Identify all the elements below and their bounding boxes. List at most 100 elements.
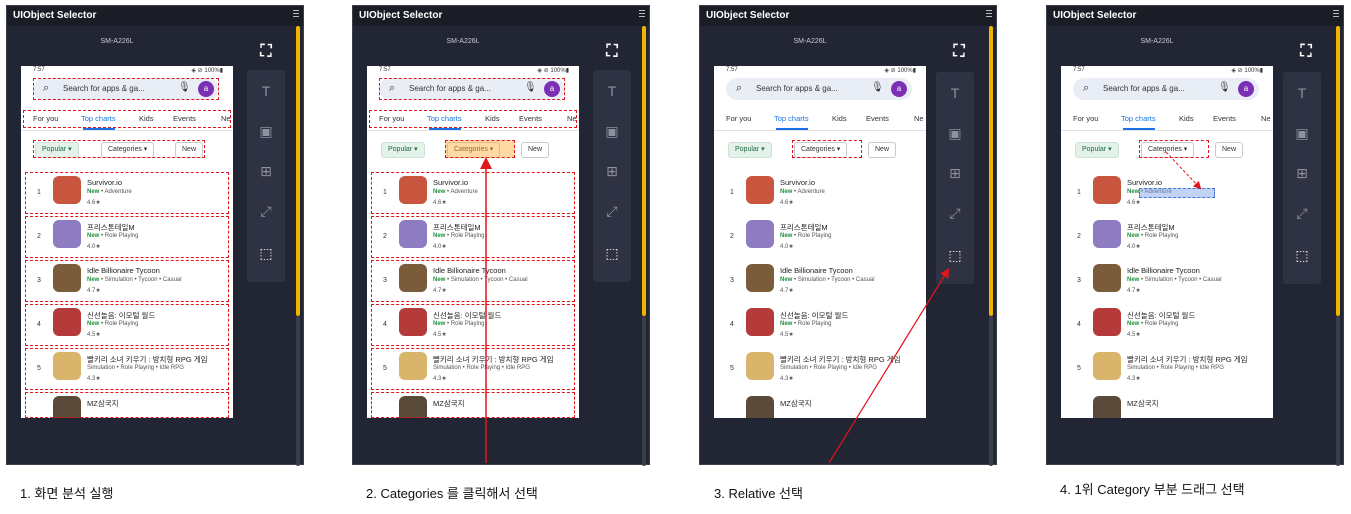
detected-row-6 (25, 392, 229, 418)
app-meta: Simulation • Role Playing • Idle RPG (780, 365, 877, 371)
tab-for-you[interactable]: For you (726, 114, 751, 123)
text-select-icon[interactable]: T (936, 78, 974, 108)
app-row-4[interactable]: 4 신선놀음: 이모털 월드 New • Role Playing 4.5★ (714, 302, 926, 346)
capture-screen-icon[interactable]: ⛶ (944, 39, 974, 65)
app-icon (746, 396, 774, 418)
mic-icon[interactable]: 🎙 (871, 82, 884, 93)
device-screen[interactable]: 7:57 ◈ ⊘ 100%▮ ⌕ Search for apps & ga...… (367, 66, 579, 418)
image-select-icon[interactable]: ▣ (1283, 118, 1321, 148)
app-icon (746, 220, 774, 248)
capture-screen-icon[interactable]: ⛶ (597, 39, 627, 65)
search-placeholder: Search for apps & ga... (1103, 84, 1185, 93)
tab-new[interactable]: Ne (1261, 114, 1271, 123)
tab-for-you[interactable]: For you (1073, 114, 1098, 123)
text-select-icon[interactable]: T (1283, 78, 1321, 108)
new-chip[interactable]: New (868, 142, 897, 158)
rank: 2 (1077, 233, 1081, 240)
app-row-2[interactable]: 2 프리스톤테일M New • Role Playing 4.0★ (1061, 214, 1273, 258)
popular-chip[interactable]: Popular ▾ (728, 142, 772, 158)
scrollbar-track[interactable] (989, 316, 993, 466)
app-row-5[interactable]: 5 빨키리 소녀 키우기 : 방치형 RPG 게임 Simulation • R… (1061, 346, 1273, 390)
app-row-2[interactable]: 2 프리스톤테일M New • Role Playing 4.0★ (714, 214, 926, 258)
text-select-icon[interactable]: T (247, 76, 285, 106)
search-bar[interactable]: ⌕ Search for apps & ga... 🎙 a (1073, 78, 1259, 100)
tab-kids[interactable]: Kids (832, 114, 847, 123)
status-time: 7:57 (379, 67, 391, 73)
relative-select-icon[interactable]: ⬚ (247, 238, 285, 268)
tab-underline (776, 128, 808, 130)
app-row-6[interactable]: MZ삼국지 (714, 390, 926, 418)
window-title: UIObject Selector (1047, 6, 1343, 26)
capture-screen-icon[interactable]: ⛶ (1291, 39, 1321, 65)
relative-select-icon[interactable]: ⬚ (1283, 240, 1321, 270)
app-row-3[interactable]: 3 Idle Billionaire Tycoon New • Simulati… (1061, 258, 1273, 302)
app-rating: 4.7★ (1127, 288, 1141, 294)
expand-icon[interactable]: ⤢ (1283, 198, 1321, 228)
scrollbar-thumb[interactable] (989, 26, 993, 316)
status-bar: 7:57 ◈ ⊘ 100%▮ (367, 66, 579, 76)
scrollbar-thumb[interactable] (296, 26, 300, 316)
app-row-1[interactable]: 1 Survivor.io New • Adventure 4.6★ (714, 170, 926, 214)
new-chip[interactable]: New (521, 142, 550, 158)
mic-icon[interactable]: 🎙 (1218, 82, 1231, 93)
relative-select-icon[interactable]: ⬚ (593, 238, 631, 268)
avatar[interactable]: a (891, 81, 907, 97)
tab-events[interactable]: Events (1213, 114, 1236, 123)
expand-icon[interactable]: ⤢ (247, 196, 285, 226)
tab-top-charts[interactable]: Top charts (1121, 114, 1156, 123)
tab-kids[interactable]: Kids (1179, 114, 1194, 123)
app-row-3[interactable]: 3 Idle Billionaire Tycoon New • Simulati… (714, 258, 926, 302)
device-screen[interactable]: 7:57 ◈ ⊘ 100%▮ ⌕ Search for apps & ga...… (1061, 66, 1273, 418)
device-screen[interactable]: 7:57 ◈ ⊘ 100%▮ ⌕ Search for apps & ga...… (714, 66, 926, 418)
grid-select-icon[interactable]: ⊞ (247, 156, 285, 186)
app-name: Idle Billionaire Tycoon (780, 266, 853, 275)
app-row-5[interactable]: 5 빨키리 소녀 키우기 : 방치형 RPG 게임 Simulation • R… (714, 346, 926, 390)
tab-new[interactable]: Ne (914, 114, 924, 123)
app-name: Survivor.io (780, 178, 816, 187)
drag-selection-region (1139, 188, 1215, 198)
scrollbar-track[interactable] (296, 316, 300, 466)
tab-bar: For you Top charts Kids Events Ne (1061, 108, 1273, 131)
scrollbar-thumb[interactable] (642, 26, 646, 316)
app-rating: 4.7★ (780, 288, 794, 294)
app-row-4[interactable]: 4 신선놀음: 이모털 월드 New • Role Playing 4.5★ (1061, 302, 1273, 346)
app-rating: 4.6★ (780, 200, 794, 206)
grid-select-icon[interactable]: ⊞ (1283, 158, 1321, 188)
image-select-icon[interactable]: ▣ (593, 116, 631, 146)
app-rating: 4.5★ (780, 332, 794, 338)
app-row-6[interactable]: MZ삼국지 (1061, 390, 1273, 418)
popular-chip[interactable]: Popular ▾ (1075, 142, 1119, 158)
search-icon[interactable]: ⌕ (736, 82, 742, 95)
app-meta: New • Simulation • Tycoon • Casual (1127, 277, 1222, 283)
grid-select-icon[interactable]: ⊞ (593, 156, 631, 186)
new-chip[interactable]: New (1215, 142, 1244, 158)
window-menu-icon[interactable] (293, 8, 301, 22)
image-select-icon[interactable]: ▣ (936, 118, 974, 148)
app-icon (1093, 264, 1121, 292)
window-menu-icon[interactable] (1333, 8, 1341, 22)
capture-screen-icon[interactable]: ⛶ (251, 39, 281, 65)
scrollbar-track[interactable] (1336, 316, 1340, 466)
expand-icon[interactable]: ⤢ (936, 198, 974, 228)
tab-events[interactable]: Events (866, 114, 889, 123)
relative-select-icon[interactable]: ⬚ (936, 240, 974, 270)
grid-select-icon[interactable]: ⊞ (936, 158, 974, 188)
avatar[interactable]: a (1238, 81, 1254, 97)
status-right: ◈ ⊘ 100%▮ (191, 68, 223, 74)
tab-underline (429, 128, 461, 130)
image-select-icon[interactable]: ▣ (247, 116, 285, 146)
window-menu-icon[interactable] (639, 8, 647, 22)
app-rating: 4.0★ (1127, 244, 1141, 250)
scrollbar-track[interactable] (642, 316, 646, 466)
tab-top-charts[interactable]: Top charts (774, 114, 809, 123)
popular-chip[interactable]: Popular ▾ (381, 142, 425, 158)
text-select-icon[interactable]: T (593, 76, 631, 106)
scrollbar-thumb[interactable] (1336, 26, 1340, 316)
window-menu-icon[interactable] (986, 8, 994, 22)
device-screen[interactable]: 7:57 ◈ ⊘ 100%▮ ⌕ Search for apps & ga...… (21, 66, 233, 418)
search-bar[interactable]: ⌕ Search for apps & ga... 🎙 a (726, 78, 912, 100)
search-icon[interactable]: ⌕ (1083, 82, 1089, 95)
rank: 1 (1077, 189, 1081, 196)
expand-icon[interactable]: ⤢ (593, 196, 631, 226)
device-name: SM-A226L (446, 38, 480, 45)
